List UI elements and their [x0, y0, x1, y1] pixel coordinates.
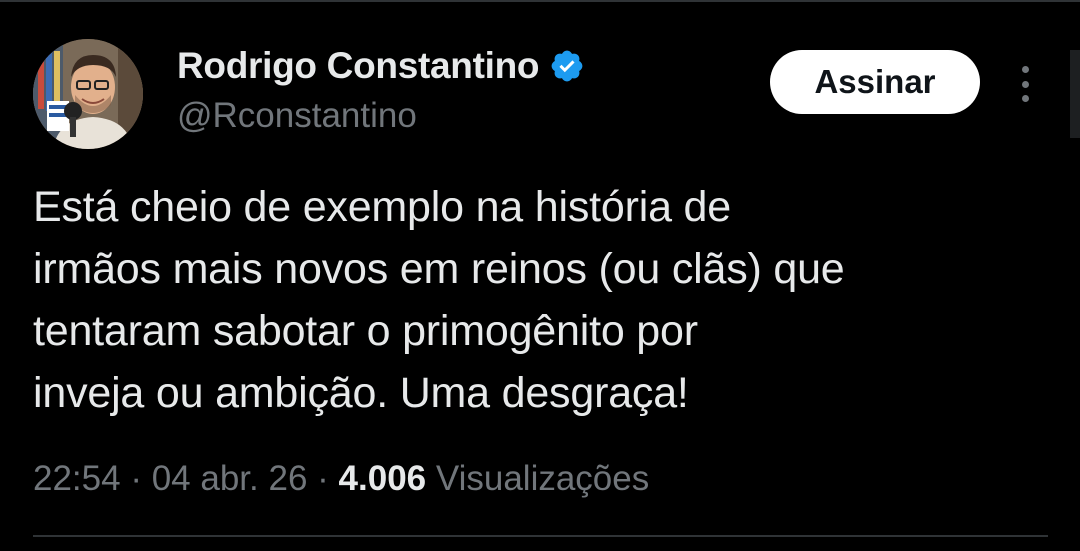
author-display-name[interactable]: Rodrigo Constantino [177, 44, 539, 88]
author-name-row: Rodrigo Constantino [177, 44, 585, 88]
tweet-card: Rodrigo Constantino @Rconstantino Assina… [0, 0, 1080, 551]
more-dot [1021, 66, 1029, 73]
tweet-meta: 22:54 · 04 abr. 26 · 4.006 Visualizações [33, 456, 649, 502]
author-handle[interactable]: @Rconstantino [177, 94, 417, 138]
more-dot [1021, 80, 1029, 88]
tweet-text: Está cheio de exemplo na história de irm… [33, 183, 845, 417]
meta-separator: · [130, 459, 142, 498]
avatar[interactable] [33, 39, 143, 149]
tweet-time[interactable]: 22:54 [33, 459, 121, 498]
avatar-image [33, 39, 143, 149]
verified-badge-icon [549, 48, 585, 84]
views-count[interactable]: 4.006 [339, 459, 427, 498]
more-vertical-icon[interactable] [1012, 62, 1038, 106]
bottom-divider [33, 535, 1048, 537]
tweet-date[interactable]: 04 abr. 26 [152, 459, 308, 498]
meta-separator: · [317, 459, 329, 498]
subscribe-button[interactable]: Assinar [770, 50, 980, 114]
edge-panel [1070, 50, 1080, 138]
views-label: Visualizações [435, 459, 650, 498]
more-dot [1021, 95, 1029, 102]
